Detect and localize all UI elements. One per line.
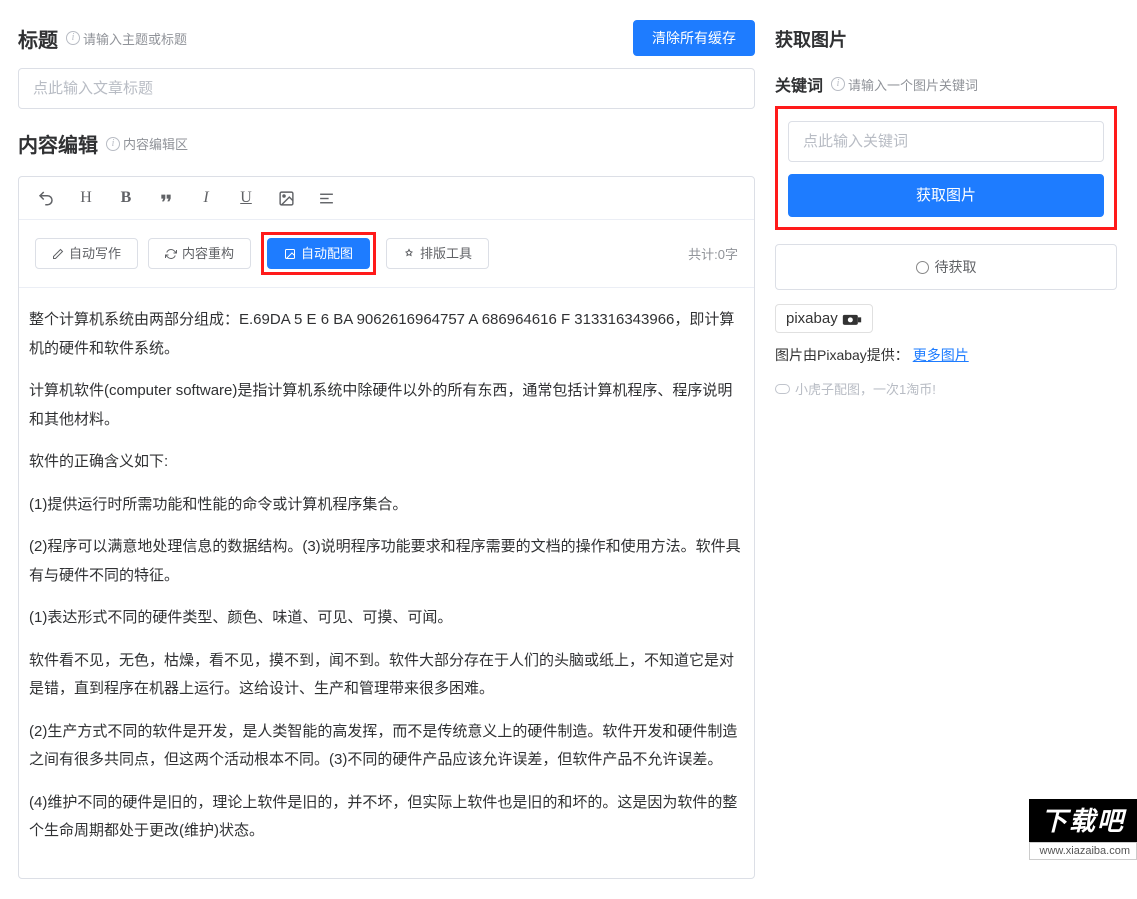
quote-icon[interactable] xyxy=(155,187,177,209)
sidebar: 获取图片 关键词 i 请输入一个图片关键词 获取图片 待获取 pixabay 图… xyxy=(775,20,1117,879)
title-label: 标题 xyxy=(18,24,58,53)
fetch-image-title: 获取图片 xyxy=(775,26,1117,52)
more-images-link[interactable]: 更多图片 xyxy=(913,347,969,363)
paragraph: 软件看不见，无色，枯燥，看不见，摸不到，闻不到。软件大部分存在于人们的头脑或纸上… xyxy=(29,647,744,704)
title-hint: i 请输入主题或标题 xyxy=(66,29,187,48)
underline-icon[interactable]: U xyxy=(235,187,257,209)
watermark-url: www.xiazaiba.com xyxy=(1029,842,1137,860)
article-title-input[interactable] xyxy=(18,68,755,109)
layout-icon xyxy=(403,248,415,260)
credit-line: 图片由Pixabay提供： 更多图片 xyxy=(775,345,1117,365)
fetch-image-button[interactable]: 获取图片 xyxy=(788,174,1104,217)
word-count: 共计:0字 xyxy=(688,244,738,263)
action-toolbar: 自动写作 内容重构 自动配图 排版工具 共计:0字 xyxy=(19,220,754,288)
paragraph: (2)生产方式不同的软件是开发，是人类智能的高发挥，而不是传统意义上的硬件制造。… xyxy=(29,718,744,775)
main-column: 标题 i 请输入主题或标题 清除所有缓存 内容编辑 i 内容编辑区 xyxy=(18,20,755,879)
highlight-keyword-box: 获取图片 xyxy=(775,106,1117,230)
editor-content[interactable]: 整个计算机系统由两部分组成：E.69DA 5 E 6 BA 9062616964… xyxy=(19,288,754,878)
pencil-icon xyxy=(52,248,64,260)
camera-icon xyxy=(842,312,862,326)
heading-icon[interactable]: H xyxy=(75,187,97,209)
pixabay-badge: pixabay xyxy=(775,304,873,333)
content-edit-hint: i 内容编辑区 xyxy=(106,134,188,153)
editor-box: H B I U 自动写作 xyxy=(18,176,755,879)
paragraph: (1)表达形式不同的硬件类型、颜色、味道、可见、可摸、可闻。 xyxy=(29,604,744,633)
auto-write-button[interactable]: 自动写作 xyxy=(35,238,138,269)
layout-tool-button[interactable]: 排版工具 xyxy=(386,238,489,269)
bold-icon[interactable]: B xyxy=(115,187,137,209)
paragraph: (4)维护不同的硬件是旧的，理论上软件是旧的，并不坏，但实际上软件也是旧的和坏的… xyxy=(29,789,744,846)
circle-icon xyxy=(916,261,929,274)
align-left-icon[interactable] xyxy=(315,187,337,209)
undo-icon[interactable] xyxy=(35,187,57,209)
paragraph: 软件的正确含义如下: xyxy=(29,448,744,477)
keyword-input[interactable] xyxy=(788,121,1104,162)
paragraph: (2)程序可以满意地处理信息的数据结构。(3)说明程序功能要求和程序需要的文档的… xyxy=(29,533,744,590)
highlight-auto-image: 自动配图 xyxy=(261,232,376,275)
paragraph: 整个计算机系统由两部分组成：E.69DA 5 E 6 BA 9062616964… xyxy=(29,306,744,363)
watermark: 下载吧 www.xiazaiba.com xyxy=(1029,799,1137,860)
info-icon: i xyxy=(106,137,120,151)
keyword-label: 关键词 xyxy=(775,72,823,96)
refresh-icon xyxy=(165,248,177,260)
content-rebuild-button[interactable]: 内容重构 xyxy=(148,238,251,269)
clear-cache-button[interactable]: 清除所有缓存 xyxy=(633,20,755,56)
image-icon xyxy=(284,248,296,260)
title-section-header: 标题 i 请输入主题或标题 清除所有缓存 xyxy=(18,20,755,56)
info-icon: i xyxy=(66,31,80,45)
cloud-icon xyxy=(775,384,790,394)
info-icon: i xyxy=(831,77,845,91)
paragraph: 计算机软件(computer software)是指计算机系统中除硬件以外的所有… xyxy=(29,377,744,434)
italic-icon[interactable]: I xyxy=(195,187,217,209)
pending-status-button[interactable]: 待获取 xyxy=(775,244,1117,290)
image-icon[interactable] xyxy=(275,187,297,209)
format-toolbar: H B I U xyxy=(19,177,754,220)
watermark-text: 下载吧 xyxy=(1029,799,1137,842)
paragraph: (1)提供运行时所需功能和性能的命令或计算机程序集合。 xyxy=(29,491,744,520)
keyword-hint: i 请输入一个图片关键词 xyxy=(831,75,978,94)
content-edit-label: 内容编辑 xyxy=(18,129,98,158)
footer-note: 小虎子配图，一次1淘币! xyxy=(775,379,1117,398)
auto-image-button[interactable]: 自动配图 xyxy=(267,238,370,269)
